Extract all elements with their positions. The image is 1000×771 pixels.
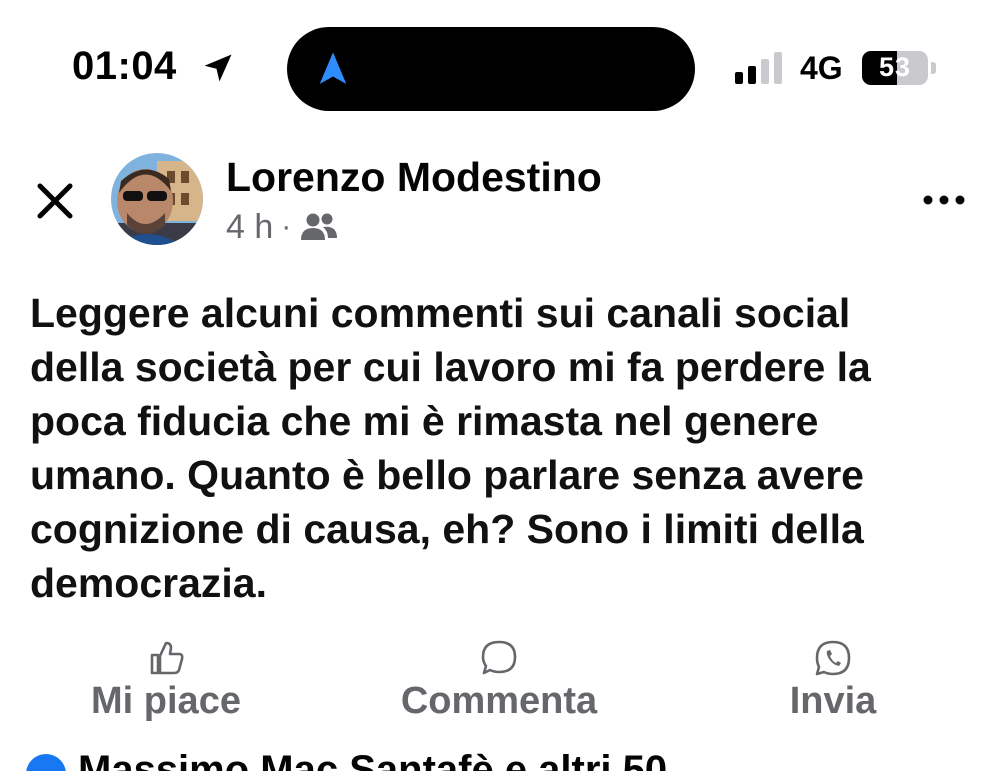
signal-bar [735,72,743,84]
like-button[interactable]: Mi piace [84,638,248,728]
meta-separator: · [281,210,292,243]
comment-icon [481,640,517,675]
status-time: 01:04 [72,44,177,88]
share-whatsapp-button[interactable]: Invia [782,638,884,728]
comment-button[interactable]: Commenta [388,638,610,728]
signal-icon [735,52,787,84]
network-type: 4G [800,50,843,86]
like-label: Mi piace [91,680,241,722]
whatsapp-icon [815,640,851,676]
facebook-post-screen: 01:04 4G 53 Lorenzo Modestino 4 h · Legg… [0,0,1000,771]
battery-percent: 53 [878,52,912,82]
close-icon[interactable] [30,176,80,226]
signal-bar [761,59,769,84]
friends-icon[interactable] [299,211,339,243]
post-author-name[interactable]: Lorenzo Modestino [226,154,602,201]
battery-icon: 53 [862,51,928,85]
more-options-icon[interactable] [916,186,972,214]
avatar[interactable] [111,153,203,245]
thumbs-up-icon [150,641,184,675]
comment-label: Commenta [400,680,598,722]
post-meta: 4 h · [226,205,339,249]
location-arrow-icon [204,54,232,82]
signal-bar [748,66,756,84]
avatar-photo [111,153,203,245]
dynamic-island[interactable] [287,27,695,111]
post-timestamp[interactable]: 4 h [226,208,273,247]
share-label: Invia [789,680,877,722]
battery-cap [931,62,936,74]
post-body-text: Leggere alcuni commenti sui canali socia… [30,290,871,606]
like-reaction-icon [26,754,66,771]
reactions-summary[interactable]: Massimo Mac Santafè e altri 50 [78,748,667,771]
signal-bar [774,52,782,84]
navigation-icon [319,52,347,84]
